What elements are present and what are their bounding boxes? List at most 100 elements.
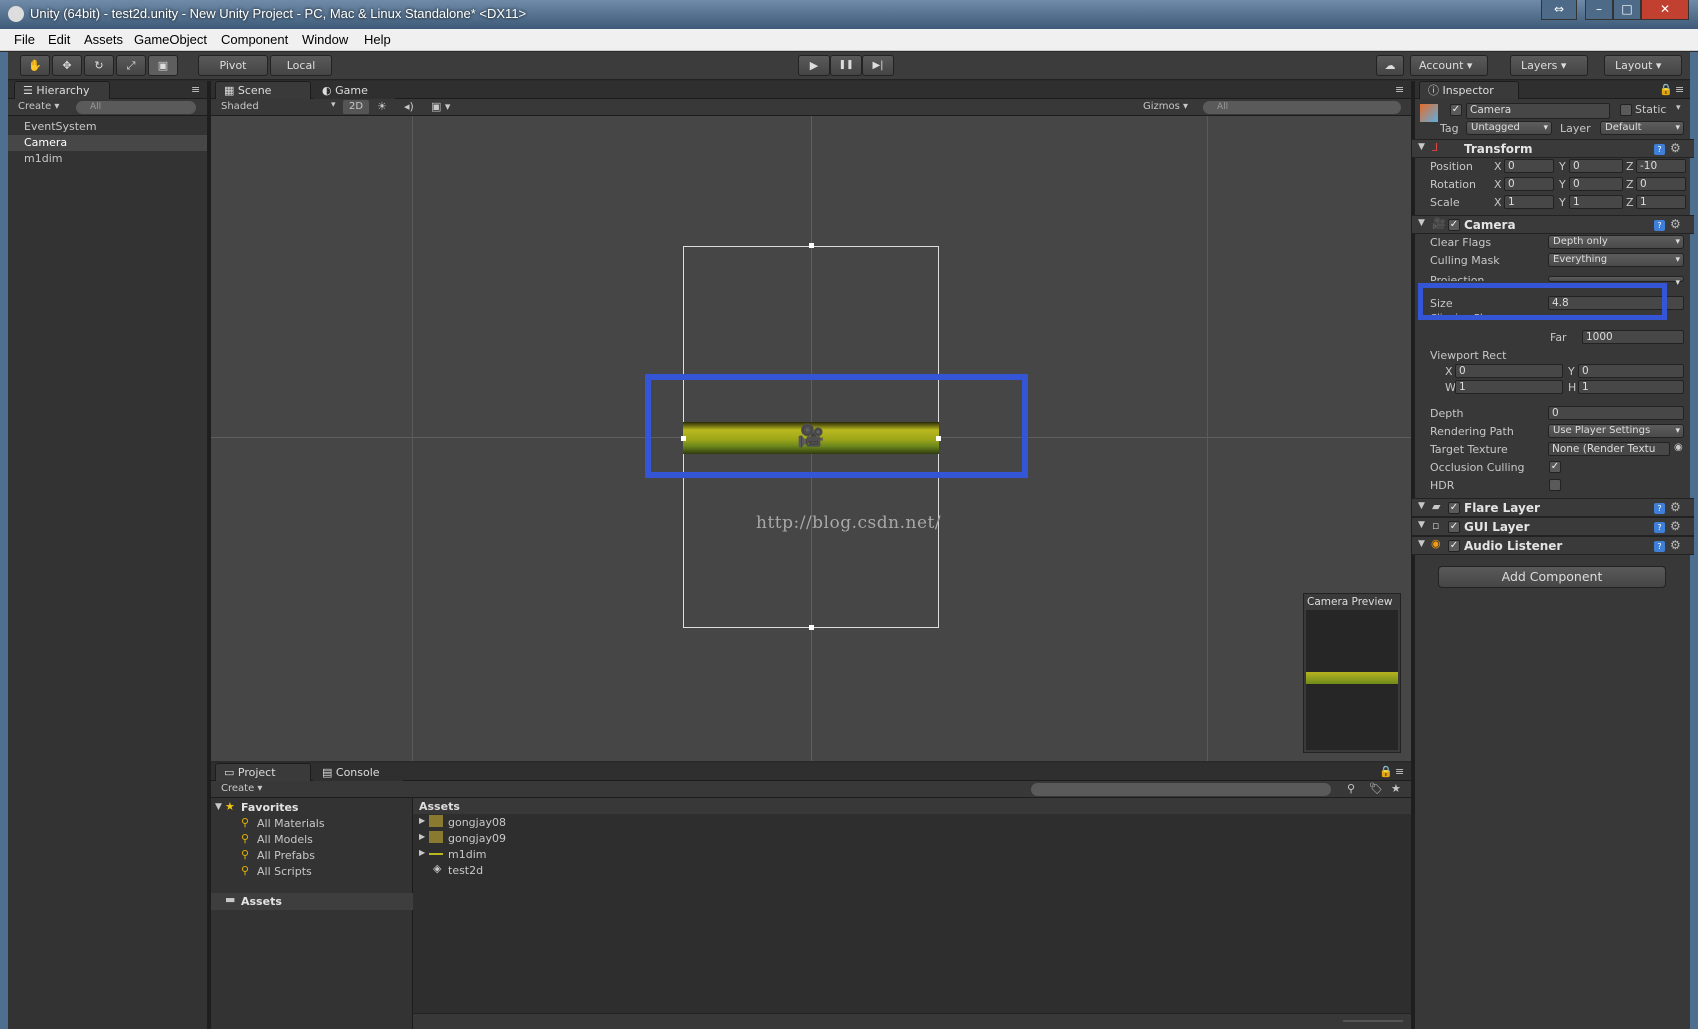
close-button[interactable]: ✕ <box>1641 0 1689 20</box>
scale-y-field[interactable]: 1 <box>1569 195 1623 209</box>
restore-button[interactable]: ⇔ <box>1541 0 1577 20</box>
gui-layer-header[interactable]: ▼ ▫ ✓ GUI Layer ? ⚙ <box>1412 517 1694 536</box>
object-name-field[interactable]: Camera <box>1466 103 1610 119</box>
assets-folder-row[interactable]: ▬ Assets <box>211 893 413 910</box>
help-icon[interactable]: ? <box>1654 522 1665 533</box>
move-tool-icon[interactable]: ✥ <box>52 55 82 76</box>
viewport-x-field[interactable]: 0 <box>1455 364 1563 378</box>
step-button[interactable]: ▶| <box>862 55 894 76</box>
viewport-y-field[interactable]: 0 <box>1578 364 1684 378</box>
asset-item[interactable]: gongjay09 <box>448 832 506 845</box>
tab-game[interactable]: ◐ Game <box>313 81 395 99</box>
minimize-button[interactable]: – <box>1585 0 1613 20</box>
filter-type-icon[interactable]: ⚲ <box>1347 782 1355 795</box>
rotation-x-field[interactable]: 0 <box>1504 177 1554 191</box>
tab-scene[interactable]: ▦ Scene <box>215 81 311 99</box>
project-create-button[interactable]: Create ▾ <box>221 783 262 794</box>
rotation-z-field[interactable]: 0 <box>1636 177 1686 191</box>
camera-enabled-checkbox[interactable]: ✓ <box>1448 219 1460 231</box>
hand-tool-icon[interactable]: ✋ <box>20 55 50 76</box>
expand-arrow-icon[interactable]: ▼ <box>215 802 222 812</box>
menu-edit[interactable]: Edit <box>48 32 70 47</box>
layers-dropdown[interactable]: Layers ▾ <box>1510 55 1588 76</box>
flare-layer-checkbox[interactable]: ✓ <box>1448 502 1460 514</box>
account-dropdown[interactable]: Account ▾ <box>1410 55 1488 76</box>
local-toggle[interactable]: Local <box>270 55 332 76</box>
hierarchy-item[interactable]: EventSystem <box>24 120 97 133</box>
pivot-toggle[interactable]: Pivot <box>198 55 268 76</box>
shading-mode-dropdown[interactable]: Shaded <box>221 101 341 112</box>
gear-icon[interactable]: ⚙ <box>1670 500 1681 514</box>
favorite-star-icon[interactable]: ★ <box>1391 782 1401 795</box>
help-icon[interactable]: ? <box>1654 503 1665 514</box>
2d-mode-toggle[interactable]: 2D <box>343 100 369 114</box>
hierarchy-create-button[interactable]: Create ▾ <box>18 101 59 112</box>
occlusion-culling-checkbox[interactable]: ✓ <box>1549 461 1561 473</box>
panel-menu-icon[interactable]: ≡ <box>1395 83 1404 96</box>
asset-item[interactable]: test2d <box>448 864 483 877</box>
camera-component-header[interactable]: ▼ 🎥 ✓ Camera ? ⚙ <box>1412 215 1694 234</box>
transform-component-header[interactable]: ▼ ⅃ Transform ? ⚙ <box>1412 139 1694 158</box>
position-z-field[interactable]: -10 <box>1636 159 1686 173</box>
tab-project[interactable]: ▭ Project <box>215 763 311 781</box>
culling-mask-dropdown[interactable]: Everything <box>1548 253 1684 267</box>
pause-button[interactable]: ❚❚ <box>830 55 862 76</box>
filter-label-icon[interactable]: 🏷 <box>1369 782 1383 795</box>
gear-icon[interactable]: ⚙ <box>1670 519 1681 533</box>
lock-icon[interactable]: 🔒 <box>1659 83 1673 96</box>
tab-hierarchy[interactable]: ☰ Hierarchy <box>14 81 110 99</box>
rect-tool-icon[interactable]: ▣ <box>148 55 178 76</box>
rotate-tool-icon[interactable]: ↻ <box>84 55 114 76</box>
gear-icon[interactable]: ⚙ <box>1670 538 1681 552</box>
gear-icon[interactable]: ⚙ <box>1670 141 1681 155</box>
asset-item[interactable]: m1dim <box>448 848 486 861</box>
audio-toggle-icon[interactable]: ◂) <box>404 100 414 113</box>
projection-dropdown[interactable] <box>1548 276 1684 289</box>
menu-assets[interactable]: Assets <box>84 32 123 47</box>
layout-dropdown[interactable]: Layout ▾ <box>1604 55 1682 76</box>
panel-menu-icon[interactable]: ≡ <box>1395 765 1404 778</box>
scene-search-input[interactable]: All <box>1203 101 1401 114</box>
favorite-item[interactable]: All Prefabs <box>257 849 315 862</box>
tab-console[interactable]: ▤ Console <box>313 763 403 781</box>
flare-layer-header[interactable]: ▼ ▰ ✓ Flare Layer ? ⚙ <box>1412 498 1694 517</box>
static-checkbox[interactable] <box>1620 104 1632 116</box>
lock-icon[interactable]: 🔒 <box>1379 765 1393 778</box>
project-search-input[interactable] <box>1031 783 1331 796</box>
gear-icon[interactable]: ⚙ <box>1670 217 1681 231</box>
lighting-toggle-icon[interactable]: ☀ <box>377 100 387 113</box>
hierarchy-item[interactable]: m1dim <box>24 152 62 165</box>
effects-toggle-icon[interactable]: ▣ ▾ <box>431 100 450 113</box>
tag-dropdown[interactable]: Untagged <box>1466 121 1552 135</box>
gizmos-dropdown[interactable]: Gizmos ▾ <box>1143 101 1188 112</box>
menu-help[interactable]: Help <box>364 32 391 47</box>
tab-inspector[interactable]: ⓘ Inspector <box>1419 81 1519 99</box>
cloud-icon[interactable]: ☁ <box>1376 55 1404 76</box>
scale-x-field[interactable]: 1 <box>1504 195 1554 209</box>
hierarchy-search-input[interactable]: All <box>76 101 196 114</box>
menu-window[interactable]: Window <box>302 32 348 47</box>
add-component-button[interactable]: Add Component <box>1438 566 1666 588</box>
maximize-button[interactable]: □ <box>1613 0 1641 20</box>
menu-gameobject[interactable]: GameObject <box>134 32 207 47</box>
viewport-h-field[interactable]: 1 <box>1578 380 1684 394</box>
panel-menu-icon[interactable]: ≡ <box>191 83 200 96</box>
audio-listener-header[interactable]: ▼ ◉ ✓ Audio Listener ? ⚙ <box>1412 536 1694 555</box>
favorite-item[interactable]: All Scripts <box>257 865 312 878</box>
frustum-handle[interactable] <box>809 625 814 630</box>
menu-component[interactable]: Component <box>221 32 288 47</box>
scene-viewport[interactable]: 🎥 http://blog.csdn.net/ Camera Preview <box>211 116 1411 761</box>
frustum-handle[interactable] <box>809 243 814 248</box>
depth-field[interactable]: 0 <box>1548 406 1684 420</box>
panel-menu-icon[interactable]: ≡ <box>1675 83 1684 96</box>
target-texture-field[interactable]: None (Render Textu <box>1548 442 1670 456</box>
expand-arrow-icon[interactable]: ▶ <box>419 832 425 841</box>
layer-dropdown[interactable]: Default <box>1600 121 1684 135</box>
icon-size-slider[interactable] <box>1343 1020 1403 1022</box>
hdr-checkbox[interactable] <box>1549 479 1561 491</box>
scale-z-field[interactable]: 1 <box>1636 195 1686 209</box>
clear-flags-dropdown[interactable]: Depth only <box>1548 235 1684 249</box>
scale-tool-icon[interactable]: ⤢ <box>116 55 146 76</box>
chevron-down-icon[interactable]: ▾ <box>1676 103 1681 113</box>
object-picker-icon[interactable]: ◉ <box>1674 442 1683 453</box>
